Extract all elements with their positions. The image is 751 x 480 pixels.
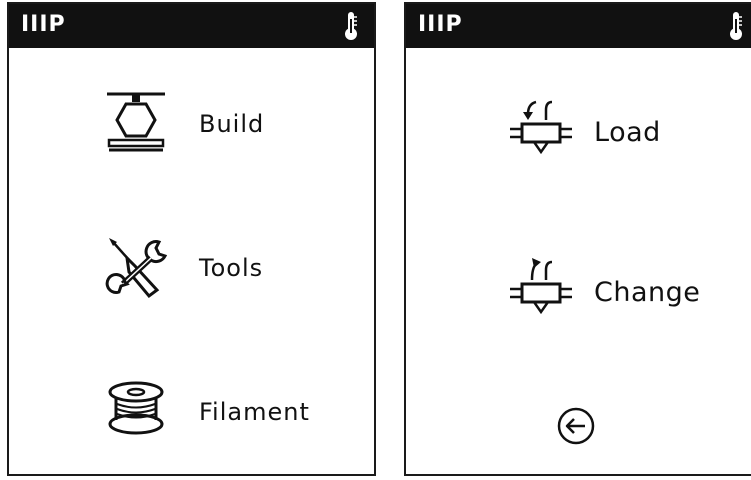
- filament-label: Filament: [199, 398, 310, 426]
- load-filament-icon: [510, 100, 572, 155]
- back-arrow-icon[interactable]: [556, 406, 596, 446]
- tools-menu-item[interactable]: Tools: [99, 232, 263, 304]
- main-menu-screen: IIIP Build Tools Filament: [7, 2, 376, 476]
- build-label: Build: [199, 110, 265, 138]
- title-bar: IIIP: [406, 4, 751, 48]
- change-label: Change: [594, 276, 701, 308]
- title-bar: IIIP: [9, 4, 374, 48]
- build-menu-item[interactable]: Build: [99, 88, 264, 160]
- change-filament-icon: [510, 258, 572, 315]
- filament-menu-screen: IIIP Load Change: [404, 2, 751, 476]
- change-menu-item[interactable]: Change: [506, 256, 700, 328]
- load-menu-item[interactable]: Load: [506, 96, 661, 168]
- build-icon: [107, 92, 165, 152]
- load-label: Load: [594, 116, 661, 148]
- printer-title: IIIP: [418, 12, 463, 37]
- filament-spool-icon: [108, 381, 164, 435]
- filament-menu-item[interactable]: Filament: [99, 376, 310, 448]
- thermometer-icon: [345, 12, 357, 40]
- tools-icon: [105, 238, 168, 299]
- tools-label: Tools: [199, 254, 264, 282]
- thermometer-icon: [730, 12, 742, 40]
- printer-title: IIIP: [21, 12, 66, 37]
